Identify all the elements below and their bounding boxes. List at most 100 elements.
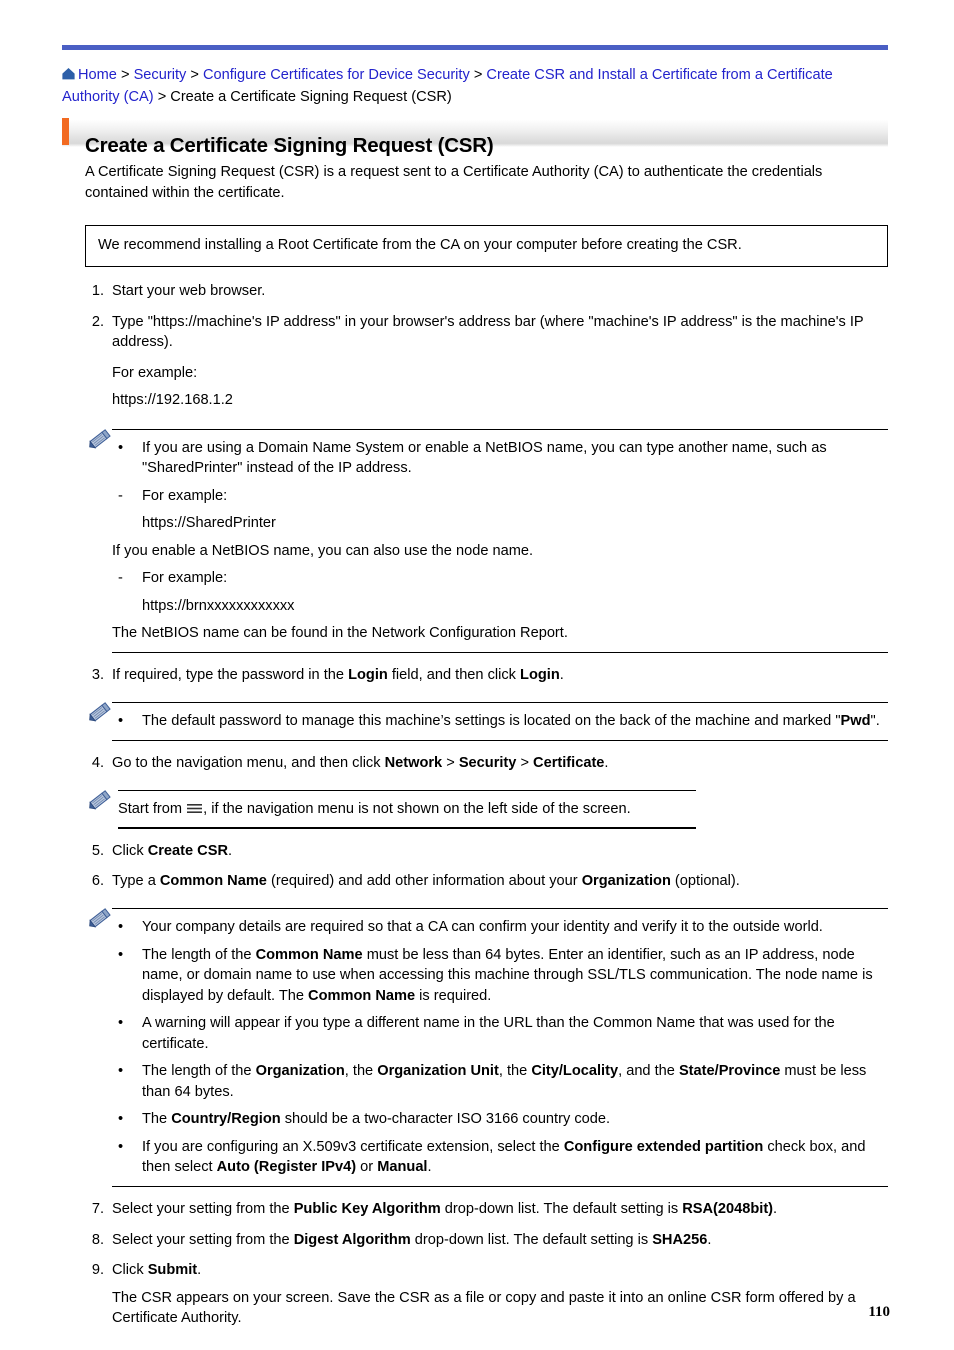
top-blue-rule — [62, 45, 888, 50]
step-text-suffix: . — [559, 667, 564, 684]
step-item: 1. Start your web browser. — [0, 281, 954, 302]
breadcrumb-link-configure-certificates[interactable]: Configure Certificates for Device Securi… — [203, 67, 470, 83]
pencil-icon — [86, 426, 112, 452]
note-plain-text: The NetBIOS name can be found in the Net… — [112, 625, 568, 642]
note-company-details: • Your company details are required so th… — [0, 905, 954, 1188]
step-sep: > — [442, 755, 459, 772]
note-text: , the — [344, 1063, 378, 1080]
note-rule — [112, 739, 888, 742]
note-bullet: • The default password to manage this ma… — [112, 711, 888, 732]
bullet-marker: • — [118, 919, 124, 936]
page-content: A Certificate Signing Request (CSR) is a… — [0, 162, 954, 1329]
note-bold-term: City/Locality — [531, 1063, 619, 1080]
pencil-icon — [86, 905, 112, 931]
step-item: 9. Click Submit. — [0, 1260, 954, 1281]
step-item: 4. Go to the navigation menu, and then c… — [0, 753, 954, 774]
note-navigation-menu: Start from , if the navigation menu is n… — [0, 789, 954, 829]
note-text: The length of the — [142, 1063, 256, 1080]
bullet-marker: • — [118, 1138, 124, 1155]
step-bold-submit: Submit — [147, 1262, 198, 1279]
breadcrumb-current-page: Create a Certificate Signing Request (CS… — [170, 89, 452, 105]
note-bold-pwd: Pwd — [840, 713, 871, 730]
note-text-part2: ". — [870, 713, 880, 730]
note-bullet: • The length of the Organization, the Org… — [112, 1061, 888, 1102]
step-number: 5. — [91, 842, 104, 859]
note-rule — [118, 827, 696, 829]
step-text-prefix: Select your setting from the — [112, 1201, 294, 1218]
note-rule — [112, 651, 888, 654]
note-text: or — [356, 1159, 378, 1176]
step-text-prefix: Click — [112, 842, 148, 859]
page-number: 110 — [868, 1304, 890, 1320]
bullet-marker: • — [118, 439, 124, 456]
bullet-marker: • — [118, 713, 124, 730]
bullet-marker: • — [118, 946, 124, 963]
step-text-suffix: . — [707, 1231, 712, 1248]
note-bold-term: State/Province — [678, 1063, 781, 1080]
pencil-icon — [86, 699, 112, 725]
note-bold-term: Organization Unit — [377, 1063, 499, 1080]
step-bold-network: Network — [384, 755, 443, 772]
step-text-mid: (required) and add other information abo… — [266, 873, 582, 890]
breadcrumb: Home > Security > Configure Certificates… — [62, 64, 892, 108]
note-bold-term: Common Name — [308, 987, 416, 1004]
note-bullet-text: If you are using a Domain Name System or… — [142, 439, 827, 477]
breadcrumb-link-home[interactable]: Home — [78, 67, 117, 83]
note-sub-label: For example: — [142, 570, 228, 587]
note-bold-term: Country/Region — [171, 1111, 281, 1128]
step-item: 5. Click Create CSR. — [0, 841, 954, 862]
note-bullet: • The Country/Region should be a two-char… — [112, 1109, 888, 1130]
step-text-suffix: . — [227, 842, 233, 859]
page-title: Create a Certificate Signing Request (CS… — [85, 133, 494, 157]
step-bold-digest-algorithm: Digest Algorithm — [293, 1231, 411, 1248]
note-list: • The default password to manage this ma… — [112, 711, 888, 732]
note-sub-item: - For example: — [112, 568, 888, 589]
step-text-prefix: Go to the navigation menu, and then clic… — [112, 755, 385, 772]
step-number: 7. — [91, 1201, 104, 1218]
note-bullet: • If you are configuring an X.509v3 certi… — [112, 1137, 888, 1178]
step-bold-organization: Organization — [581, 873, 671, 890]
breadcrumb-link-security[interactable]: Security — [134, 67, 187, 83]
note-text: is required. — [415, 987, 492, 1004]
recommendation-callout: We recommend installing a Root Certifica… — [85, 225, 888, 267]
note-list: • If you are using a Domain Name System … — [112, 438, 888, 644]
note-bold-term: Manual — [377, 1159, 428, 1176]
note-bullet: • A warning will appear if you type a dif… — [112, 1013, 888, 1054]
note-sub-value: https://SharedPrinter — [142, 515, 276, 532]
note-rule — [112, 1185, 888, 1188]
step-bold-common-name: Common Name — [159, 873, 267, 890]
breadcrumb-separator: > — [186, 67, 203, 83]
step-sep: > — [516, 755, 534, 772]
note-text-part1: Start from — [118, 800, 187, 817]
note-text: , and the — [618, 1063, 679, 1080]
bullet-marker: • — [118, 1015, 124, 1032]
home-icon — [62, 68, 75, 80]
step-text-suffix: . — [773, 1201, 778, 1218]
note-text-part2: , if the navigation menu is not shown on… — [203, 800, 631, 817]
step-number: 6. — [91, 873, 104, 890]
note-bullet: • If you are using a Domain Name System … — [112, 438, 888, 479]
note-bold-term: Auto (Register IPv4) — [216, 1159, 357, 1176]
step-text-prefix: Type a — [112, 873, 160, 890]
document-page: Home > Security > Configure Certificates… — [0, 0, 954, 1350]
note-netbios: • If you are using a Domain Name System … — [0, 426, 954, 654]
note-bullet: • The length of the Common Name must be l… — [112, 945, 888, 1007]
hamburger-icon — [187, 803, 203, 814]
step-number: 2. — [91, 313, 104, 330]
step-bold-rsa-default: RSA(2048bit) — [682, 1201, 774, 1218]
step-text: Type "https://machine's IP address" in y… — [112, 313, 864, 351]
step-item: 8. Select your setting from the Digest A… — [0, 1230, 954, 1251]
note-nav-text: Start from , if the navigation menu is n… — [118, 799, 696, 820]
note-text: . — [427, 1159, 432, 1176]
step-bold-public-key-algorithm: Public Key Algorithm — [293, 1201, 441, 1218]
step-bold-login-button: Login — [520, 667, 560, 684]
note-sub-item: - For example: — [112, 486, 888, 507]
step-item: 7. Select your setting from the Public K… — [0, 1199, 954, 1220]
step-bold-create-csr: Create CSR — [147, 842, 228, 859]
breadcrumb-separator: > — [116, 67, 134, 83]
note-text: Your company details are required so tha… — [142, 919, 823, 936]
step-bold-login-field: Login — [348, 667, 388, 684]
dash-marker: - — [118, 487, 123, 504]
note-sub-value: https://brnxxxxxxxxxxxx — [142, 597, 295, 614]
step-item: 2. Type "https://machine's IP address" i… — [0, 312, 954, 353]
